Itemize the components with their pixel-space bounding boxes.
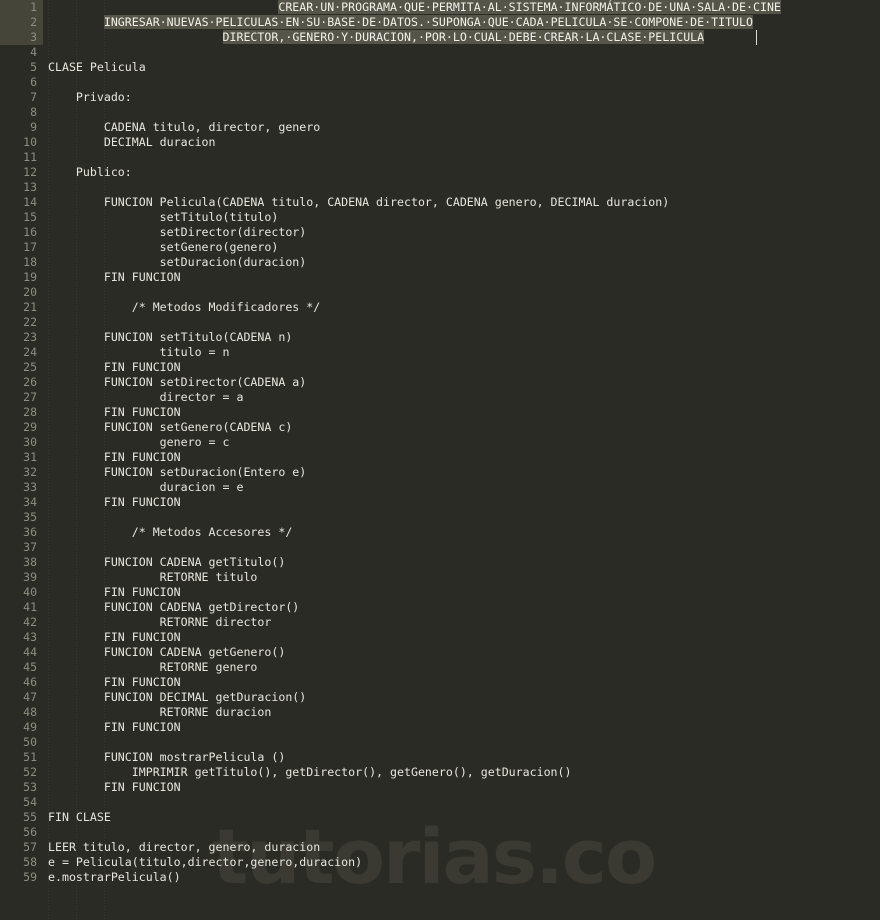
code-line[interactable]: FIN FUNCION [48,720,181,735]
code-line[interactable]: INGRESAR·NUEVAS·PELICULAS·EN·SU·BASE·DE·… [0,15,880,30]
code-line[interactable]: FIN FUNCION [48,450,181,465]
code-line[interactable]: CREAR·UN·PROGRAMA·QUE·PERMITA·AL·SISTEMA… [0,0,880,15]
code-line[interactable]: /* Metodos Accesores */ [48,525,293,540]
code-line[interactable]: Privado: [48,90,132,105]
selected-text[interactable]: CREAR·UN·PROGRAMA·QUE·PERMITA·AL·SISTEMA… [278,0,781,14]
code-line[interactable]: setTitulo(titulo) [48,210,279,225]
code-line[interactable]: RETORNE genero [48,660,258,675]
code-line[interactable]: setGenero(genero) [48,240,279,255]
code-line[interactable]: FIN FUNCION [48,405,181,420]
selected-text[interactable]: DIRECTOR,·GENERO·Y·DURACION,·POR·LO·CUAL… [222,30,705,44]
code-line[interactable]: FUNCION DECIMAL getDuracion() [48,690,306,705]
code-line[interactable]: FIN FUNCION [48,780,181,795]
code-line[interactable]: FIN FUNCION [48,360,181,375]
code-line[interactable]: e.mostrarPelicula() [48,870,181,885]
code-line[interactable]: FIN FUNCION [48,675,181,690]
code-line[interactable]: FUNCION setTitulo(CADENA n) [48,330,292,345]
code-line[interactable]: setDirector(director) [48,225,307,240]
leading-space [48,0,278,14]
code-line[interactable]: CLASE Pelicula [48,60,146,75]
leading-space [48,15,104,29]
code-line[interactable]: FIN FUNCION [48,270,181,285]
code-line[interactable]: setDuracion(duracion) [48,255,307,270]
code-line[interactable]: Publico: [48,165,132,180]
code-line[interactable]: FIN CLASE [48,810,111,825]
code-line[interactable]: director = a [48,390,244,405]
code-line[interactable]: RETORNE director [48,615,272,630]
code-line[interactable]: FUNCION setDirector(CADENA a) [48,375,306,390]
leading-space [48,30,223,44]
code-line[interactable]: RETORNE duracion [48,705,272,720]
code-line[interactable]: FIN FUNCION [48,495,181,510]
code-line[interactable]: genero = c [48,435,230,450]
text-caret [756,30,757,45]
code-line[interactable]: FIN FUNCION [48,585,181,600]
code-line[interactable]: FUNCION CADENA getDirector() [48,600,299,615]
code-line[interactable]: IMPRIMIR getTitulo(), getDirector(), get… [48,765,572,780]
code-line[interactable]: FUNCION CADENA getGenero() [48,645,286,660]
code-line[interactable]: FUNCION setGenero(CADENA c) [48,420,292,435]
code-line[interactable]: RETORNE titulo [48,570,258,585]
code-line[interactable]: /* Metodos Modificadores */ [48,300,320,315]
code-line[interactable]: DECIMAL duracion [48,135,216,150]
code-line[interactable]: duracion = e [48,480,244,495]
code-line[interactable]: LEER titulo, director, genero, duracion [48,840,320,855]
code-line[interactable]: FUNCION setDuracion(Entero e) [48,465,306,480]
code-line[interactable]: FUNCION mostrarPelicula () [48,750,286,765]
code-line[interactable]: FUNCION Pelicula(CADENA titulo, CADENA d… [48,195,669,210]
selected-text[interactable]: INGRESAR·NUEVAS·PELICULAS·EN·SU·BASE·DE·… [103,15,753,29]
code-line[interactable]: DIRECTOR,·GENERO·Y·DURACION,·POR·LO·CUAL… [0,30,880,45]
code-line[interactable]: FIN FUNCION [48,630,181,645]
code-line[interactable]: e = Pelicula(titulo,director,genero,dura… [48,855,362,870]
code-editor[interactable]: tutorias.co 1 2 3 4 5 6 7 8 9 10 11 12 13 14 15 16 17 18 1… [0,0,880,920]
code-line[interactable]: CADENA titulo, director, genero [48,120,320,135]
code-content-area[interactable]: CREAR·UN·PROGRAMA·QUE·PERMITA·AL·SISTEMA… [0,0,880,920]
code-line[interactable]: FUNCION CADENA getTitulo() [48,555,286,570]
code-line[interactable]: titulo = n [48,345,230,360]
